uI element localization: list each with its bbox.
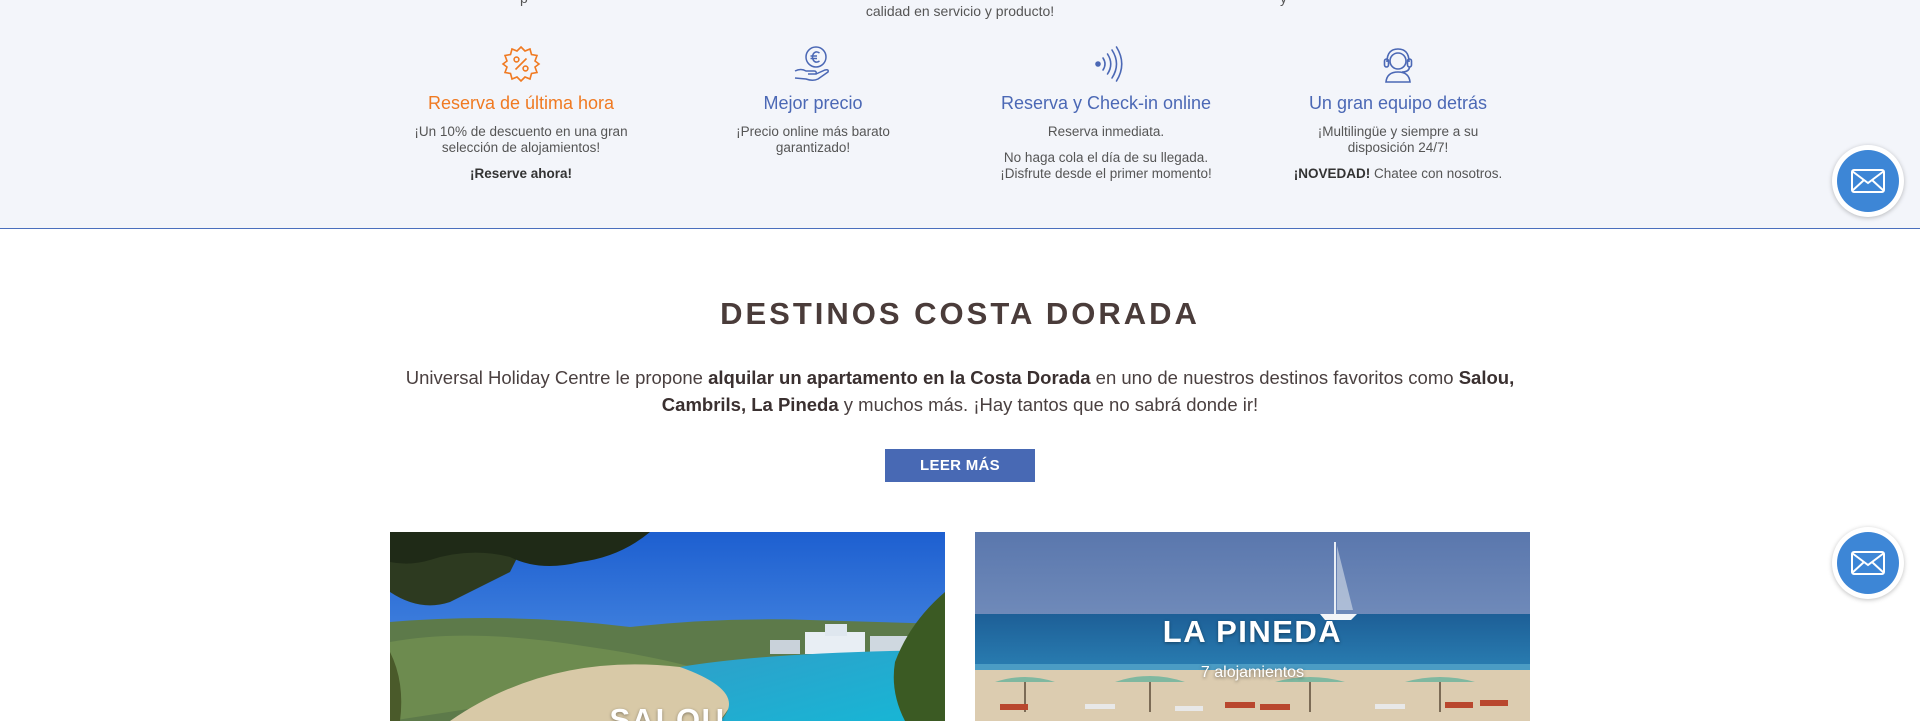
salou-photo	[390, 532, 945, 721]
feature-text: ¡Precio online más barato garantizado!	[736, 124, 890, 155]
contact-mail-button[interactable]	[1832, 145, 1904, 217]
card-accommodation-count: 7 alojamientos	[1200, 664, 1305, 681]
card-title: LA PINEDA	[1162, 614, 1343, 649]
feature-team: Un gran equipo detrás ¡Multilingüe y sie…	[1283, 44, 1513, 182]
headset-icon	[1283, 44, 1513, 84]
feature-title: Reserva de última hora	[427, 93, 615, 113]
feature-text-secondary: No haga cola el día de su llegada. ¡Disf…	[1000, 150, 1212, 181]
contact-mail-button-secondary[interactable]	[1832, 527, 1904, 599]
novedad-label: ¡NOVEDAD!	[1293, 166, 1371, 181]
cut-text-middle: calidad en servicio y producto!	[865, 3, 1055, 19]
section-description: Universal Holiday Centre le propone alqu…	[405, 367, 1515, 415]
features-band: p calidad en servicio y producto! y Rese…	[0, 0, 1920, 229]
chat-text: Chatee con nosotros.	[1370, 166, 1503, 181]
feature-text: Reserva inmediata.	[1047, 124, 1165, 139]
feature-last-minute: Reserva de última hora ¡Un 10% de descue…	[406, 44, 636, 182]
card-title: SALOU	[609, 702, 726, 721]
destination-card-la-pineda[interactable]: LA PINEDA 7 alojamientos	[975, 532, 1530, 721]
feature-online-checkin: Reserva y Check-in online Reserva inmedi…	[991, 44, 1221, 182]
section-title: DESTINOS COSTA DORADA	[720, 296, 1200, 331]
feature-title: Mejor precio	[763, 93, 863, 113]
feature-text: ¡Multilingüe y siempre a su disposición …	[1317, 124, 1479, 155]
euro-hand-icon	[698, 44, 928, 84]
feature-title: Un gran equipo detrás	[1308, 93, 1488, 113]
mail-icon	[1851, 551, 1885, 575]
feature-title: Reserva y Check-in online	[1000, 93, 1212, 113]
reserve-now-text: ¡Reserve ahora!	[469, 166, 573, 181]
feature-text-secondary: ¡NOVEDAD! Chatee con nosotros.	[1283, 166, 1513, 182]
discount-badge-icon	[406, 44, 636, 84]
contactless-icon	[991, 44, 1221, 84]
cut-off-text: p calidad en servicio y producto! y	[0, 0, 1920, 20]
feature-best-price: Mejor precio ¡Precio online más barato g…	[698, 44, 928, 156]
feature-text: ¡Un 10% de descuento en una gran selecci…	[414, 124, 628, 155]
cut-text-right: y	[1280, 0, 1287, 6]
read-more-button[interactable]: LEER MÁS	[885, 449, 1035, 482]
destination-card-salou[interactable]: SALOU	[390, 532, 945, 721]
mail-icon	[1851, 169, 1885, 193]
